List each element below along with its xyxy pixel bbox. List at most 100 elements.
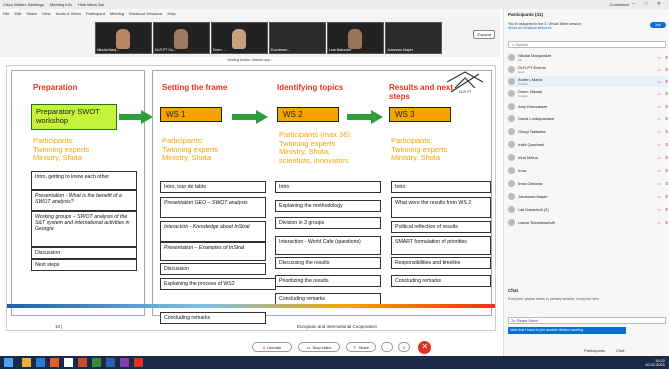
participant-row[interactable]: Lasha Tkeshelashvili ▭ ⦸ bbox=[508, 217, 668, 228]
breakout-note: You're assigned to the 3. Virtual Table … bbox=[508, 22, 648, 30]
connection-status: Connected bbox=[609, 2, 629, 7]
share-button[interactable]: ⇪ Share bbox=[346, 342, 376, 352]
agenda-item: Interaction - World Cafe (questions) bbox=[275, 236, 381, 255]
participant-row[interactable]: Johannes Mayer ▭ ⦸ bbox=[508, 191, 668, 202]
video-name: Doerr, ... bbox=[213, 48, 227, 52]
video-thumb[interactable]: Doerr, ... bbox=[211, 22, 268, 54]
arrow-right-icon bbox=[347, 110, 383, 124]
mic-muted-icon: ⦸ bbox=[665, 116, 668, 121]
avatar bbox=[508, 115, 515, 122]
more-options-button[interactable]: ... bbox=[381, 342, 393, 352]
join-button[interactable]: Join bbox=[650, 22, 666, 28]
share-label: Share bbox=[358, 344, 370, 350]
end-call-button[interactable]: ✕ bbox=[418, 341, 431, 354]
participants-text: Participants: Twinning experts Ministry,… bbox=[391, 136, 448, 162]
participant-row[interactable]: Irina Melua ▭ ⦸ bbox=[508, 152, 668, 163]
hide-menu-bar[interactable]: Hide Menu Bar bbox=[78, 2, 105, 7]
column-title: Results and next steps bbox=[389, 83, 454, 101]
video-thumb[interactable]: Johannes Mayer bbox=[385, 22, 442, 54]
avatar bbox=[508, 78, 515, 85]
show-breakouts-link[interactable]: Show all breakout sessions bbox=[508, 26, 552, 30]
video-thumb[interactable]: Nikolai Manj... bbox=[95, 22, 152, 54]
unmute-button[interactable]: ⦸ Unmute bbox=[252, 342, 292, 352]
agenda-item: Intro bbox=[391, 181, 491, 193]
video-thumb[interactable]: Lela Bakradze bbox=[327, 22, 384, 54]
agenda-item: Discussion bbox=[160, 263, 266, 275]
menu-breakout[interactable]: Breakout Sessions bbox=[129, 11, 162, 16]
mic-muted-icon: ⦸ bbox=[665, 55, 668, 60]
start-icon[interactable] bbox=[4, 358, 13, 367]
participant-row[interactable]: Giorgi Tsetskha ▭ ⦸ bbox=[508, 126, 668, 137]
mic-muted-icon: ⦸ bbox=[665, 79, 668, 84]
participant-row[interactable]: DLR-PT Events Host ▭ ⦸ bbox=[508, 64, 668, 75]
chat-tab[interactable]: Chat bbox=[616, 348, 624, 353]
menu-bar: File Edit Share View Audio & Video Parti… bbox=[0, 9, 500, 17]
video-camera-icon: ▭ bbox=[657, 168, 662, 173]
menu-view[interactable]: View bbox=[42, 11, 51, 16]
participant-row[interactable]: Irakli Qaurtami ▭ ⦸ bbox=[508, 139, 668, 150]
avatar bbox=[508, 167, 515, 174]
avatar bbox=[508, 90, 515, 97]
column-title: Identifying topics bbox=[277, 83, 344, 92]
agenda-item: What were the results from WS 2 bbox=[391, 197, 491, 218]
participant-row[interactable]: Lali Datashvili (3) ▭ ⦸ bbox=[508, 204, 668, 215]
agenda-item: Presentation – Examples of InStrat bbox=[160, 242, 266, 261]
video-thumb[interactable]: Ecoviewer... bbox=[269, 22, 326, 54]
video-strip: Nikolai Manj... DLR PT Gu... Doerr, ... … bbox=[0, 17, 500, 57]
reactions-button[interactable]: ☺ bbox=[398, 342, 410, 352]
stop-video-button[interactable]: ▭ Stop video bbox=[298, 342, 340, 352]
app-icon[interactable] bbox=[106, 358, 115, 367]
participant-video bbox=[174, 29, 188, 49]
arrow-right-icon bbox=[232, 110, 268, 124]
menu-participant[interactable]: Participant bbox=[86, 11, 105, 16]
participant-row[interactable]: Amy Khundadze ▭ ⦸ bbox=[508, 101, 668, 112]
participant-name: Irma Gabunia bbox=[518, 181, 543, 186]
app-icon[interactable] bbox=[92, 358, 101, 367]
meeting-info-menu[interactable]: Meeting Info bbox=[50, 2, 72, 7]
menu-file[interactable]: File bbox=[3, 11, 9, 16]
video-thumb[interactable]: DLR PT Gu... bbox=[153, 22, 210, 54]
app-icon[interactable] bbox=[134, 358, 143, 367]
menu-audio-video[interactable]: Audio & Video bbox=[56, 11, 81, 16]
agenda-item: Next steps bbox=[31, 259, 137, 271]
stop-video-label: Stop video bbox=[312, 344, 332, 350]
participant-row[interactable]: Doerr, Nikolai Cohost ▭ ⦸ bbox=[508, 88, 668, 99]
folder-icon[interactable] bbox=[22, 358, 31, 367]
participant-row[interactable]: Irma Gabunia ▭ ⦸ bbox=[508, 178, 668, 189]
participant-row[interactable]: Irma ▭ ⦸ bbox=[508, 165, 668, 176]
agenda-item: Presentation - What is the benefit of a … bbox=[31, 190, 137, 211]
video-name: Nikolai Manj... bbox=[97, 48, 119, 52]
chat-recipient-select[interactable]: To: Please Select bbox=[508, 317, 666, 324]
participant-row[interactable]: David Lordkipanidze ▭ ⦸ bbox=[508, 113, 668, 124]
participant-row[interactable]: Anden, Maria Cohost ▭ ⦸ bbox=[508, 76, 668, 87]
menu-share[interactable]: Share bbox=[26, 11, 37, 16]
app-icon[interactable] bbox=[78, 358, 87, 367]
panel-header: Participants (31) bbox=[508, 12, 544, 17]
mic-muted-icon: ⦸ bbox=[665, 194, 668, 199]
arrow-right-icon bbox=[119, 110, 153, 124]
menu-meeting[interactable]: Meeting bbox=[110, 11, 124, 16]
participant-row[interactable]: Nikolai Manjavidze Me ▭ ⦸ bbox=[508, 52, 668, 63]
participants-tab[interactable]: Participants bbox=[584, 348, 605, 353]
menu-edit[interactable]: Edit bbox=[14, 11, 21, 16]
chat-input[interactable]: Note that I have to join another Webex m… bbox=[508, 327, 626, 334]
participant-search-input[interactable]: ⌕ Search bbox=[508, 41, 666, 48]
system-clock[interactable]: 10:22 10.02.2021 bbox=[645, 358, 665, 367]
app-icon[interactable] bbox=[64, 358, 73, 367]
agenda-item: Concluding remarks bbox=[160, 312, 266, 324]
menu-help[interactable]: Help bbox=[167, 11, 175, 16]
agenda-item: Responsibilities and timeline bbox=[391, 257, 491, 269]
mic-muted-icon: ⦸ bbox=[665, 104, 668, 109]
participant-name: Irakli Qaurtami bbox=[518, 142, 545, 147]
app-icon[interactable] bbox=[120, 358, 129, 367]
avatar bbox=[508, 66, 515, 73]
title-bar: Cisco Webex Meetings Meeting Info Hide M… bbox=[0, 0, 669, 9]
expand-button[interactable]: Expand bbox=[473, 30, 495, 39]
browser-icon[interactable] bbox=[36, 358, 45, 367]
shared-slide: DLR PT Preparation Preparatory SWOT work… bbox=[6, 65, 496, 331]
agenda-item: Concluding remarks bbox=[391, 275, 491, 287]
app-icon[interactable] bbox=[50, 358, 59, 367]
video-camera-icon: ▭ bbox=[657, 220, 662, 225]
window-controls[interactable]: – □ ✕ bbox=[632, 1, 665, 7]
mic-off-icon: ⦸ bbox=[262, 344, 266, 350]
